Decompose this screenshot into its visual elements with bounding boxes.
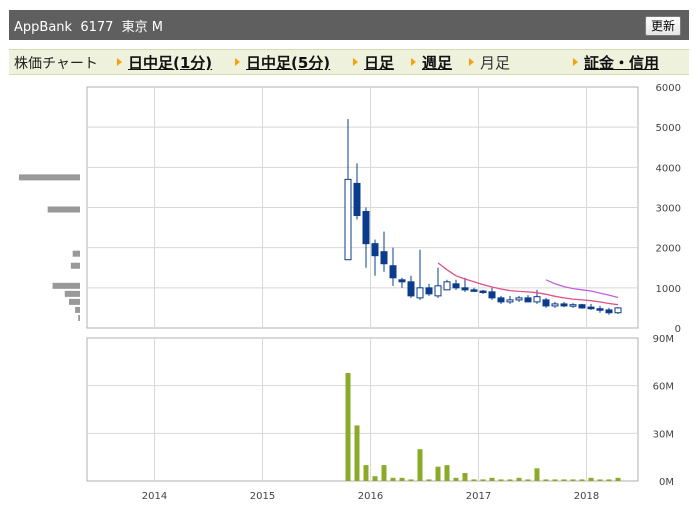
candle-body: [515, 297, 523, 301]
volume-bar: [543, 479, 549, 481]
volume-profile-bar: [72, 250, 80, 257]
volume-bar: [399, 477, 405, 481]
candle-body: [614, 307, 622, 314]
candle-body: [488, 291, 496, 299]
price-y-tick-label: 3000: [656, 204, 681, 215]
volume-y-tick-label: 30M: [653, 429, 674, 440]
candle-body: [443, 281, 451, 291]
volume-bar: [552, 479, 558, 481]
volume-profile-bar: [70, 262, 80, 269]
volume-bar: [372, 476, 378, 481]
volume-bar: [588, 477, 594, 481]
volume-bar: [516, 477, 522, 481]
volume-bar: [498, 479, 504, 481]
volume-y-tick-label: 90M: [653, 334, 674, 345]
volume-bar: [435, 466, 441, 481]
x-tick-label: 2016: [358, 491, 383, 502]
candle-body: [452, 283, 460, 289]
candle-body: [506, 299, 514, 303]
volume-bar: [426, 479, 432, 481]
x-tick-label: 2014: [142, 491, 167, 502]
candle-body: [371, 243, 379, 257]
candle-body: [542, 299, 550, 307]
volume-bar: [363, 465, 369, 481]
candle-body: [434, 285, 442, 297]
candle-body: [407, 281, 415, 297]
volume-bar: [354, 425, 360, 481]
price-y-tick-label: 4000: [656, 163, 681, 174]
volume-bar: [345, 372, 351, 481]
candle-body: [425, 287, 433, 295]
volume-profile-bar: [69, 298, 80, 305]
volume-profile-bar: [47, 206, 80, 213]
volume-y-tick-label: 0M: [659, 477, 674, 488]
candle-body: [587, 306, 595, 310]
volume-bar: [525, 479, 531, 481]
volume-bar: [390, 477, 396, 481]
candle-body: [353, 182, 361, 217]
volume-profile-bar: [64, 290, 80, 297]
volume-profile-bar: [19, 174, 80, 181]
candle-body: [416, 287, 424, 299]
candle-body: [551, 303, 559, 307]
volume-bar: [444, 465, 450, 481]
volume-profile-bar: [75, 306, 80, 313]
volume-bar: [507, 479, 513, 481]
candle-body: [389, 265, 397, 279]
volume-bar: [597, 479, 603, 481]
volume-bar: [408, 479, 414, 481]
candle-body: [605, 309, 613, 314]
candle-body: [362, 211, 370, 245]
volume-bar: [561, 479, 567, 481]
candle-body: [569, 304, 577, 307]
candle-body: [596, 308, 604, 311]
volume-bar: [453, 477, 459, 481]
volume-bar: [570, 479, 576, 481]
price-y-tick-label: 2000: [656, 244, 681, 255]
price-y-tick-label: 5000: [656, 123, 681, 134]
volume-bar: [489, 477, 495, 481]
candle-body: [344, 178, 352, 261]
volume-profile-bar: [52, 282, 80, 289]
volume-bar: [417, 449, 423, 481]
volume-bar: [381, 465, 387, 481]
x-tick-label: 2017: [466, 491, 491, 502]
price-y-tick-label: 1000: [656, 284, 681, 295]
candle-body: [461, 287, 469, 291]
price-y-tick-label: 0: [675, 324, 681, 335]
x-tick-label: 2018: [574, 491, 599, 502]
volume-bar: [462, 473, 468, 481]
candle-body: [479, 290, 487, 294]
volume-panel: [86, 337, 639, 482]
volume-bar: [471, 479, 477, 481]
candle-body: [578, 304, 586, 309]
price-y-tick-label: 6000: [656, 83, 681, 94]
candle-body: [533, 296, 541, 303]
volume-bar: [534, 468, 540, 481]
candle-body: [497, 297, 505, 303]
stock-chart: 2014 2015 2016 2017 2018 0 1000 2000 3000 4000 500…: [19, 83, 681, 502]
volume-bar: [480, 479, 486, 481]
candle-body: [524, 297, 532, 303]
x-tick-label: 2015: [250, 491, 275, 502]
candle-body: [470, 289, 478, 292]
volume-bar: [606, 479, 612, 481]
volume-profile-bar: [78, 314, 80, 321]
candle-body: [398, 279, 406, 283]
candle-body: [380, 251, 388, 265]
volume-bar: [579, 479, 585, 481]
volume-bar: [615, 477, 621, 481]
volume-y-tick-label: 60M: [653, 382, 674, 393]
candle-body: [560, 303, 568, 307]
